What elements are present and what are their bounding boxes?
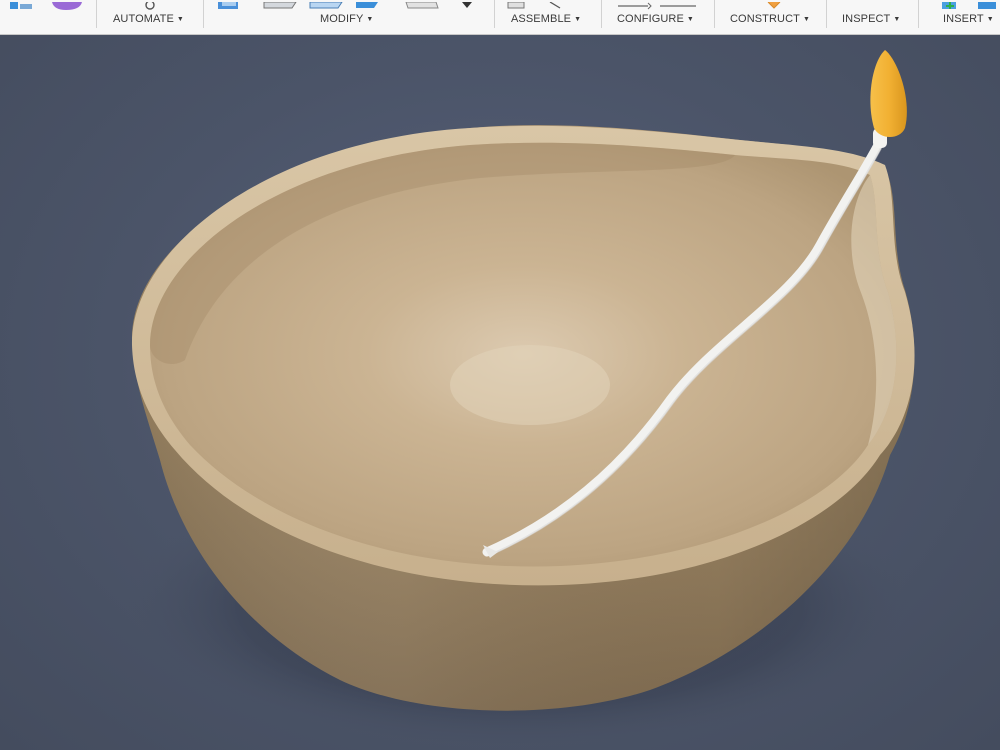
construct-plane-icon[interactable] [764, 0, 784, 9]
sketch-icon[interactable] [8, 0, 34, 9]
form-icon[interactable] [50, 0, 84, 10]
toolbar-separator [918, 0, 919, 28]
caret-down-icon: ▼ [686, 16, 694, 23]
toolbar-group-label[interactable]: ASSEMBLE ▼ [511, 13, 581, 25]
insert-icon[interactable] [938, 0, 998, 9]
toolbar-separator [96, 0, 97, 28]
caret-down-icon: ▼ [893, 16, 901, 23]
automate-icon[interactable] [142, 0, 158, 10]
toolbar-group-label[interactable]: AUTOMATE ▼ [113, 13, 184, 25]
toolbar-separator [203, 0, 204, 28]
combine-icon[interactable] [354, 0, 382, 8]
joint-icon[interactable] [506, 0, 566, 9]
press-pull-icon[interactable] [216, 0, 244, 9]
toolbar-separator [494, 0, 495, 28]
toolbar: AUTOMATE ▼ MODIFY ▼ ASSEMBLE ▼ CONFIGURE ▼ C… [0, 0, 1000, 35]
caret-down-icon: ▼ [574, 16, 582, 23]
toolbar-group-label[interactable]: INSPECT ▼ [842, 13, 900, 25]
caret-down-icon: ▼ [366, 16, 374, 23]
caret-down-icon: ▼ [986, 16, 994, 23]
parameters-icon[interactable] [618, 0, 700, 10]
caret-down-icon: ▼ [802, 16, 810, 23]
shell-icon[interactable] [308, 0, 344, 9]
modify-more-icon[interactable] [460, 0, 474, 8]
toolbar-group-label[interactable]: MODIFY ▼ [320, 13, 373, 25]
move-icon[interactable] [404, 0, 440, 9]
caret-down-icon: ▼ [176, 16, 184, 23]
bowl-center-highlight [450, 345, 610, 425]
toolbar-group-label[interactable]: CONSTRUCT ▼ [730, 13, 810, 25]
tip-cap [870, 50, 907, 137]
canvas-viewport[interactable] [0, 35, 1000, 750]
toolbar-group-label[interactable]: INSERT ▼ [943, 13, 994, 25]
toolbar-group-label[interactable]: CONFIGURE ▼ [617, 13, 694, 25]
fillet-icon[interactable] [262, 0, 298, 9]
toolbar-separator [601, 0, 602, 28]
bowl-model[interactable] [0, 35, 1000, 750]
toolbar-separator [714, 0, 715, 28]
toolbar-separator [826, 0, 827, 28]
